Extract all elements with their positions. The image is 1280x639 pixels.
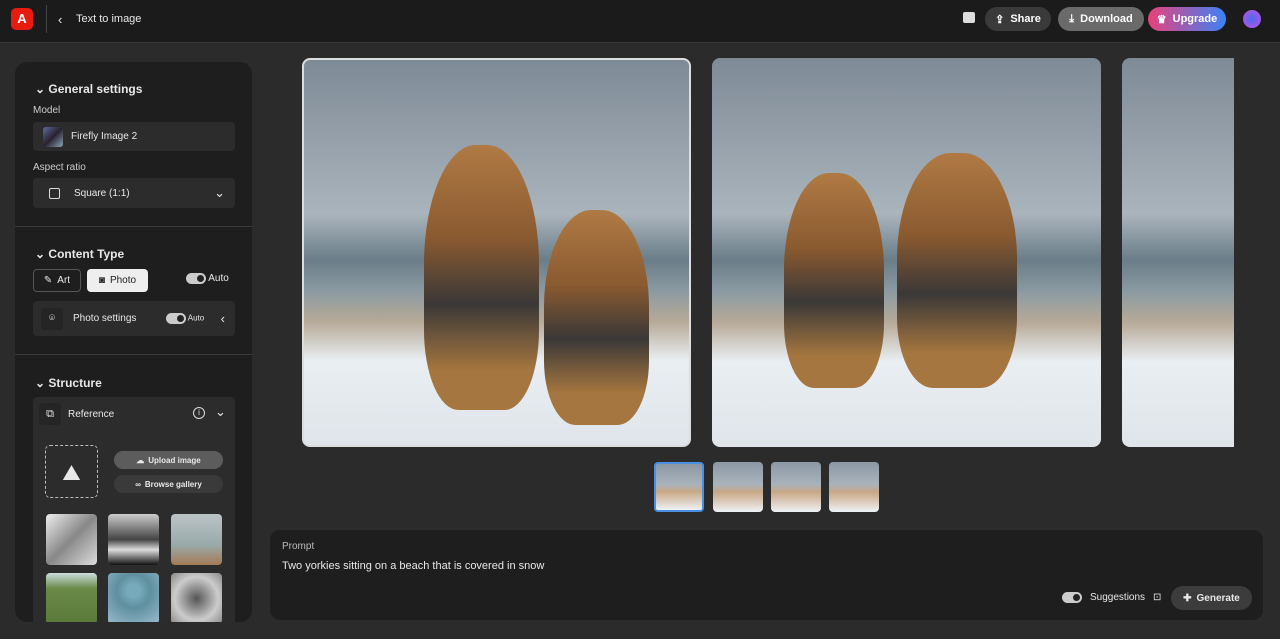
dog (897, 153, 1017, 388)
art-button[interactable]: ✎ Art (33, 269, 81, 292)
dog (544, 210, 649, 425)
thumbnail-3[interactable] (771, 462, 821, 512)
cloud-upload-icon: ☁ (136, 455, 145, 465)
reference-thumbnail[interactable] (108, 514, 159, 565)
general-settings-header[interactable]: ⌄ General settings (35, 82, 142, 96)
toggle-switch[interactable] (1062, 592, 1082, 603)
structure-header[interactable]: ⌄ Structure (35, 376, 102, 390)
square-icon (49, 187, 60, 199)
thumbnail-1[interactable] (654, 462, 704, 512)
chevron-down-icon: ⌄ (35, 82, 46, 96)
adobe-logo-icon[interactable]: A (11, 8, 33, 30)
aspect-ratio-select[interactable]: Square (1:1) ⌄ (33, 178, 235, 208)
page-title: Text to image (76, 13, 142, 25)
generated-image-1[interactable] (302, 58, 691, 447)
reference-thumbnail[interactable] (46, 514, 97, 565)
reference-thumbnail[interactable] (46, 573, 97, 622)
download-icon: ⤓ (1069, 12, 1075, 25)
brush-icon: ✎ (43, 275, 53, 286)
suggestions-icon[interactable]: ⊡ (1153, 592, 1161, 603)
download-button[interactable]: ⤓ Download (1058, 7, 1144, 31)
chevron-down-icon[interactable]: ⌄ (215, 404, 226, 420)
reference-thumbnail[interactable] (108, 573, 159, 622)
model-select[interactable]: Firefly Image 2 (33, 122, 235, 151)
divider (15, 226, 252, 227)
image-upload-icon: ⛰ (62, 460, 81, 485)
reference-card: ⧉ Reference i ⌄ ⛰ ☁ Upload image ∞ Browse … (33, 397, 235, 622)
photo-settings-row[interactable]: ⌾ Photo settings Auto ‹ (33, 301, 235, 336)
model-thumbnail (43, 126, 63, 147)
aspect-label: Aspect ratio (33, 162, 86, 173)
photo-auto-toggle[interactable]: Auto (166, 313, 204, 324)
upload-dropzone[interactable]: ⛰ (45, 445, 98, 498)
generate-icon: ✚ (1183, 592, 1192, 604)
chevron-left-icon[interactable]: ‹ (221, 311, 225, 326)
share-button[interactable]: ⇪ Share (985, 7, 1051, 31)
share-icon: ⇪ (995, 13, 1005, 26)
crown-icon: ♛ (1156, 13, 1167, 26)
auto-toggle[interactable]: Auto (186, 273, 229, 284)
reference-thumbnail[interactable] (171, 573, 222, 622)
model-label: Model (33, 105, 61, 116)
photo-button[interactable]: ◙ Photo (87, 269, 148, 292)
prompt-label: Prompt (282, 541, 315, 552)
back-chevron-icon[interactable]: ‹ (58, 12, 62, 27)
prompt-input[interactable]: Two yorkies sitting on a beach that is c… (282, 560, 1042, 572)
upload-image-button[interactable]: ☁ Upload image (114, 451, 223, 469)
photo-settings-icon: ⌾ (41, 307, 63, 330)
dog (424, 145, 539, 410)
upgrade-button[interactable]: ♛ Upgrade (1148, 7, 1226, 31)
settings-panel: ⌄ General settings Model Firefly Image 2… (15, 62, 252, 622)
generated-image-2[interactable] (712, 58, 1101, 447)
divider (46, 5, 47, 33)
info-icon[interactable]: i (193, 407, 205, 419)
generated-image-3[interactable] (1122, 58, 1234, 447)
prompt-box: Prompt Two yorkies sitting on a beach th… (270, 530, 1263, 620)
top-bar: A ‹ Text to image ⇪ Share ⤓ Download ♛ Upgr… (0, 0, 1280, 43)
dog (784, 173, 884, 388)
reference-icon: ⧉ (39, 403, 61, 425)
browse-gallery-button[interactable]: ∞ Browse gallery (114, 475, 223, 493)
thumbnail-2[interactable] (713, 462, 763, 512)
reference-label: Reference (68, 409, 115, 420)
avatar[interactable] (1243, 10, 1261, 28)
feedback-icon[interactable] (963, 12, 975, 23)
chevron-down-icon: ⌄ (35, 376, 46, 390)
thumbnail-4[interactable] (829, 462, 879, 512)
content-type-header[interactable]: ⌄ Content Type (35, 247, 124, 261)
camera-icon: ◙ (98, 275, 105, 286)
suggestions-toggle[interactable]: Suggestions ⊡ (1062, 592, 1161, 603)
chevron-down-icon: ⌄ (214, 185, 225, 200)
generate-button[interactable]: ✚ Generate (1171, 586, 1252, 610)
toggle-switch[interactable] (166, 313, 186, 324)
binoculars-icon: ∞ (135, 479, 141, 489)
chevron-down-icon: ⌄ (35, 247, 46, 261)
reference-thumbnail[interactable] (171, 514, 222, 565)
toggle-switch[interactable] (186, 273, 206, 284)
divider (15, 354, 252, 355)
